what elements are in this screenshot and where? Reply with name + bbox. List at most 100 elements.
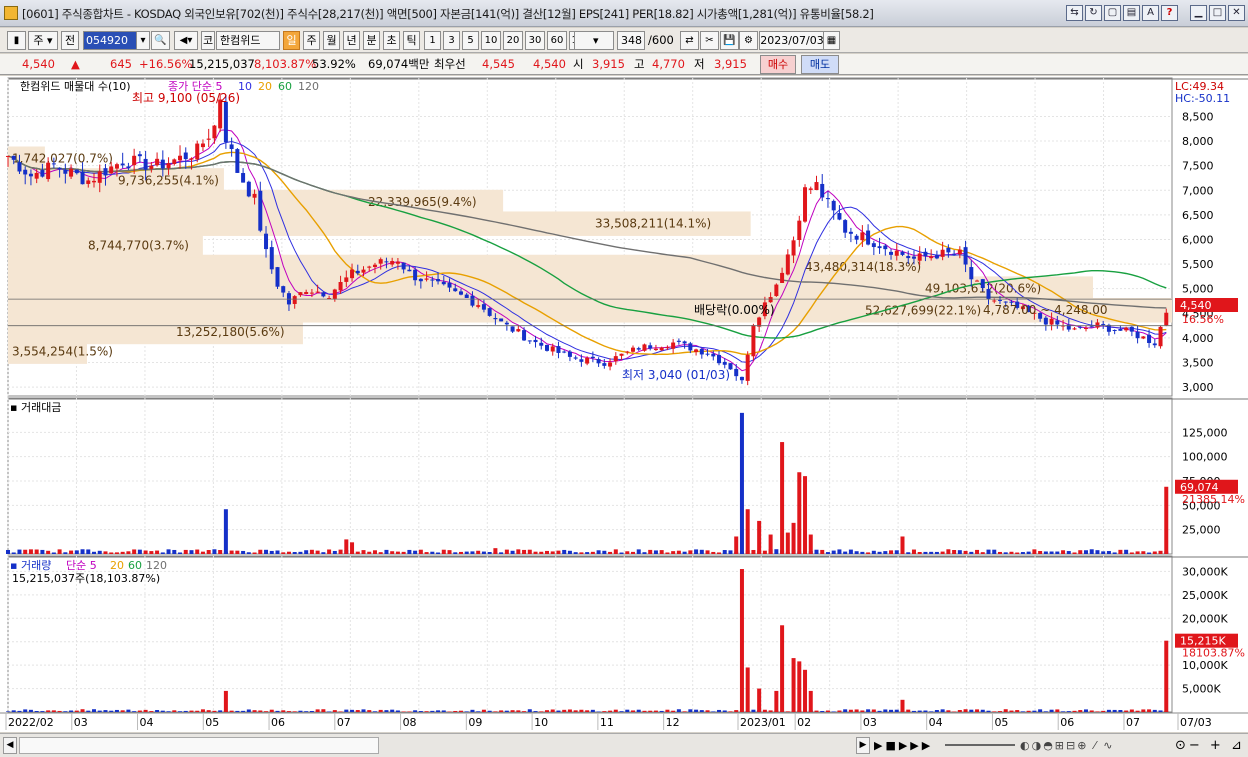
volume-bar <box>126 709 131 712</box>
help-icon[interactable]: ? <box>1161 5 1178 21</box>
period-value: 주 <box>33 34 44 47</box>
tab-1[interactable]: 주 <box>303 31 320 50</box>
amount-bar <box>1147 552 1152 554</box>
maximize-button[interactable]: □ <box>1209 5 1226 21</box>
volume-bar <box>579 709 584 712</box>
candle-body <box>189 158 194 160</box>
link-icon[interactable]: ⇆ <box>1066 5 1083 21</box>
tab-5[interactable]: 초 <box>383 31 400 50</box>
sell-button[interactable]: 매도 <box>801 55 839 74</box>
count-input[interactable]: 348 <box>617 31 645 50</box>
tab-0[interactable]: 일 <box>283 31 300 50</box>
candle-body <box>1164 312 1169 326</box>
stock-name-field[interactable]: 한컴위드 <box>216 31 280 50</box>
speaker-icon[interactable]: ◀▾ <box>174 31 198 50</box>
volume-bar <box>533 711 538 712</box>
volume-bar <box>80 709 85 712</box>
volume-bar <box>195 710 200 712</box>
zoom-slider[interactable] <box>945 744 1015 746</box>
panel-frame-1 <box>7 397 1173 555</box>
scroll-bar[interactable]: ◀ ▶ ▶■▶▶▶ ◐◑◓⊞⊟⊕ ⁄ ∿ ⊙− + ⊿ <box>0 733 1248 757</box>
font-icon[interactable]: A <box>1142 5 1159 21</box>
amount-bar <box>332 550 337 554</box>
calendar-icon[interactable]: ▦ <box>823 31 840 50</box>
zoom-icon[interactable]: ⇄ <box>680 31 699 50</box>
x-label: 07 <box>337 716 351 729</box>
chart-svg[interactable]: 8,500 8,000 7,500 7,000 6,500 6,000 5,500 5,000… <box>0 76 1248 732</box>
count-btn-1[interactable]: 1 <box>424 31 441 50</box>
candle-body <box>843 220 848 233</box>
volume-bar <box>1043 711 1048 712</box>
tab-3[interactable]: 년 <box>343 31 360 50</box>
volume-bar <box>705 710 710 712</box>
candle-body <box>229 144 234 149</box>
tile-icon[interactable]: ▤ <box>1123 5 1140 21</box>
tool-icon[interactable]: ✂ <box>700 31 719 50</box>
amount-bar <box>246 552 251 554</box>
compare-button[interactable]: 전 <box>61 31 79 50</box>
candle-body <box>665 347 670 349</box>
candle-body <box>1089 326 1094 328</box>
chart-area[interactable]: 8,500 8,000 7,500 7,000 6,500 6,000 5,500 5,000… <box>0 76 1248 732</box>
amount-spike <box>734 536 739 554</box>
draw-tools[interactable]: ◐◑◓⊞⊟⊕ ⁄ ∿ <box>1020 737 1170 754</box>
minimize-button[interactable]: ▁ <box>1190 5 1207 21</box>
count-btn-10[interactable]: 10 <box>481 31 501 50</box>
volume-bar <box>923 710 928 712</box>
candle-body <box>602 363 607 366</box>
search-icon[interactable]: 🔍 <box>151 31 170 50</box>
window-icon[interactable]: ▢ <box>1104 5 1121 21</box>
zoom-tools[interactable]: ⊙− + ⊿ <box>1175 737 1245 754</box>
period-select[interactable]: 주 ▾ <box>28 31 58 50</box>
volume-bar <box>1147 709 1152 712</box>
scroll-left-icon[interactable]: ◀ <box>3 737 17 754</box>
candle-body <box>797 220 802 240</box>
volume-bar <box>281 710 286 712</box>
count-btn-60[interactable]: 60 <box>547 31 567 50</box>
amount-bar <box>6 549 10 554</box>
scroll-thumb[interactable] <box>19 737 379 754</box>
count-btn-3[interactable]: 3 <box>443 31 460 50</box>
chart-type-icon[interactable]: ▮ <box>7 31 26 50</box>
scroll-right-icon[interactable]: ▶ <box>856 737 870 754</box>
amount-bar <box>694 549 699 554</box>
candle-body <box>195 143 200 160</box>
volume-bar <box>424 711 429 712</box>
buy-button[interactable]: 매수 <box>760 55 796 74</box>
amount-bar <box>940 551 945 554</box>
count-btn-20[interactable]: 20 <box>503 31 523 50</box>
volume-bar <box>172 710 177 712</box>
amount-bar <box>241 550 246 554</box>
code-dropdown-icon[interactable]: ▾ <box>136 31 150 50</box>
save-icon[interactable]: 💾 <box>720 31 739 50</box>
volume-bar <box>63 711 68 712</box>
amount-value: 69,074백만 <box>368 57 430 71</box>
volume-bar <box>671 710 676 712</box>
settings-icon[interactable]: ⚙ <box>739 31 758 50</box>
play-controls[interactable]: ▶■▶▶▶ <box>874 737 940 754</box>
volume-bar <box>556 710 561 712</box>
volume-bar <box>659 710 664 712</box>
amount-bar <box>378 552 383 554</box>
close-button[interactable]: ✕ <box>1228 5 1245 21</box>
refresh-icon[interactable]: ↻ <box>1085 5 1102 21</box>
amount-bar <box>155 550 160 554</box>
tab-2[interactable]: 월 <box>323 31 340 50</box>
count-btn-5[interactable]: 5 <box>462 31 479 50</box>
x-label: 04 <box>140 716 154 729</box>
tab-4[interactable]: 분 <box>363 31 380 50</box>
date-input[interactable]: 2023/07/03 <box>759 31 825 50</box>
blank-select[interactable]: ▾ <box>574 31 614 50</box>
volume-bar <box>1124 710 1129 712</box>
amount-bar <box>1106 551 1111 554</box>
amount-bar <box>894 550 899 554</box>
candle-body <box>57 167 62 170</box>
price-tick: 7,000 <box>1182 184 1214 197</box>
best-ask: 4,545 <box>482 57 515 71</box>
candle-body <box>791 240 796 256</box>
candle-body <box>481 304 486 310</box>
amount-bar <box>510 550 515 554</box>
count-btn-30[interactable]: 30 <box>525 31 545 50</box>
tab-6[interactable]: 틱 <box>403 31 420 50</box>
amount-bar <box>292 552 297 554</box>
